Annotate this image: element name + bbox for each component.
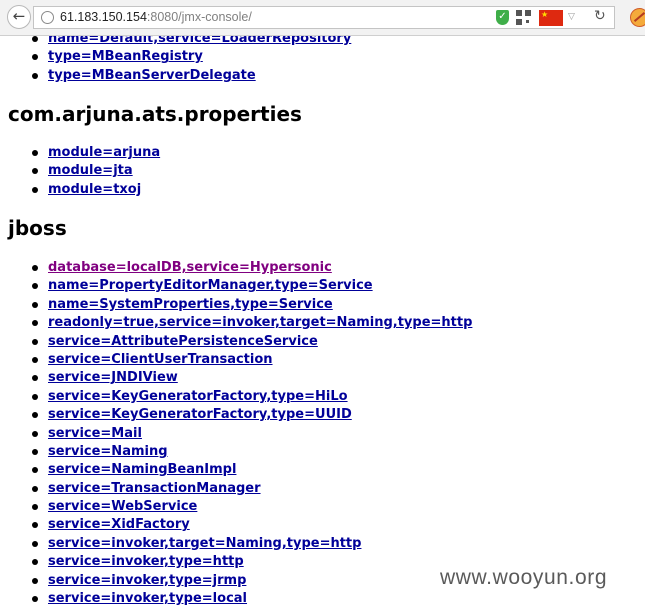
mbean-list-item: service=invoker,type=jrmp [0,572,472,590]
mbean-link[interactable]: name=PropertyEditorManager,type=Service [48,278,373,293]
extension-icon[interactable] [630,8,645,27]
mbean-list-item: module=txoj [0,181,160,199]
mbean-link[interactable]: service=KeyGeneratorFactory,type=HiLo [48,389,348,404]
mbean-list-item: service=AttributePersistenceService [0,333,472,351]
mbean-list-item: type=MBeanRegistry [0,48,351,66]
mbean-list-item: readonly=true,service=invoker,target=Nam… [0,314,472,332]
mbean-link[interactable]: service=JNDIView [48,370,178,385]
mbean-list-item: service=XidFactory [0,516,472,534]
qr-code-icon[interactable] [516,10,531,25]
mbean-link[interactable]: module=txoj [48,182,141,197]
mbean-list-item: service=Mail [0,425,472,443]
mbean-list-item: service=KeyGeneratorFactory,type=UUID [0,406,472,424]
mbean-link[interactable]: module=arjuna [48,145,160,160]
mbean-list-item: service=invoker,target=Naming,type=http [0,535,472,553]
mbean-list-jboss: database=localDB,service=Hypersonic name=… [0,259,472,607]
mbean-list-item: name=SystemProperties,type=Service [0,296,472,314]
mbean-list-item: name=Default,service=LoaderRepository [0,36,351,48]
mbean-list-arjuna: module=arjuna module=jta module=txoj [0,144,160,199]
security-shield-icon[interactable]: ✓ [496,10,509,25]
mbean-list-item: database=localDB,service=Hypersonic [0,259,472,277]
refresh-icon[interactable]: ↻ [594,8,606,24]
mbean-list-item: type=MBeanServerDelegate [0,67,351,85]
mbean-list-item: service=KeyGeneratorFactory,type=HiLo [0,388,472,406]
flag-star-icon: ★ [541,10,549,19]
mbean-link[interactable]: service=WebService [48,499,197,514]
url-path: :8080/jmx-console/ [146,10,252,24]
mbean-link[interactable]: readonly=true,service=invoker,target=Nam… [48,315,472,330]
mbean-list-item: module=jta [0,162,160,180]
mbean-link[interactable]: service=invoker,target=Naming,type=http [48,536,361,551]
mbean-link[interactable]: service=ClientUserTransaction [48,352,273,367]
mbean-link[interactable]: service=XidFactory [48,517,190,532]
mbean-list-item: service=Naming [0,443,472,461]
address-bar[interactable]: 61.183.150.154:8080/jmx-console/ ✓ ★ ▽ ↻ [33,6,615,29]
mbean-link[interactable]: service=invoker,type=local [48,591,247,606]
browser-toolbar: ← 61.183.150.154:8080/jmx-console/ ✓ ★ ▽… [0,0,645,36]
back-button[interactable]: ← [7,5,31,29]
mbean-list-item: name=PropertyEditorManager,type=Service [0,277,472,295]
mbean-link[interactable]: type=MBeanRegistry [48,49,203,64]
mbean-link[interactable]: service=TransactionManager [48,481,261,496]
mbean-list-item: service=ClientUserTransaction [0,351,472,369]
mbean-list-item: module=arjuna [0,144,160,162]
mbean-link[interactable]: module=jta [48,163,133,178]
mbean-link[interactable]: name=SystemProperties,type=Service [48,297,333,312]
mbean-link[interactable]: service=invoker,type=jrmp [48,573,246,588]
mbean-link[interactable]: name=Default,service=LoaderRepository [48,36,351,46]
url-text[interactable]: 61.183.150.154:8080/jmx-console/ [60,10,252,24]
mbean-list-top: name=Default,service=LoaderRepository typ… [0,36,351,85]
mbean-list-item: service=TransactionManager [0,480,472,498]
mbean-list-item: service=NamingBeanImpl [0,461,472,479]
dropdown-icon[interactable]: ▽ [568,12,575,22]
mbean-link[interactable]: service=Mail [48,426,142,441]
arrow-left-icon: ← [12,7,26,25]
mbean-list-item: service=WebService [0,498,472,516]
mbean-list-item: service=JNDIView [0,369,472,387]
mbean-list-item: service=invoker,type=http [0,553,472,571]
mbean-link[interactable]: service=Naming [48,444,168,459]
mbean-link[interactable]: database=localDB,service=Hypersonic [48,260,332,275]
domain-heading-jboss: jboss [8,216,67,240]
domain-heading-arjuna: com.arjuna.ats.properties [8,102,302,126]
mbean-link[interactable]: type=MBeanServerDelegate [48,68,256,83]
china-flag-icon[interactable]: ★ [539,10,563,26]
page-content: name=Default,service=LoaderRepository typ… [0,36,645,607]
mbean-link[interactable]: service=AttributePersistenceService [48,334,318,349]
mbean-link[interactable]: service=NamingBeanImpl [48,462,236,477]
mbean-link[interactable]: service=invoker,type=http [48,554,244,569]
url-host: 61.183.150.154 [60,10,147,24]
mbean-list-item: service=invoker,type=local [0,590,472,607]
mbean-link[interactable]: service=KeyGeneratorFactory,type=UUID [48,407,352,422]
watermark: www.wooyun.org [440,566,608,589]
globe-icon [41,11,54,24]
